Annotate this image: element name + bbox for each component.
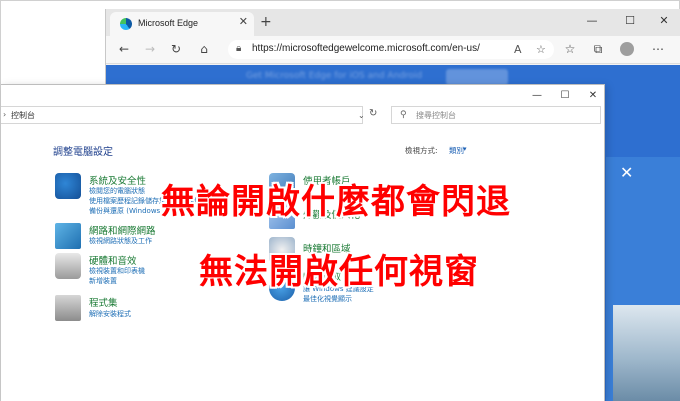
url-text: https://microsoftedgewelcome.microsoft.c… [252,43,480,54]
collections-icon[interactable]: ⧉ [590,42,606,57]
edge-titlebar: Microsoft Edge ✕ + — ☐ ✕ [106,9,680,36]
cp-minimize-button[interactable]: — [529,90,545,101]
overlay-caption-2: 無法開啟任何視窗 [199,252,479,292]
get-edge-mobile-banner: Get Microsoft Edge for iOS and Android [246,71,423,81]
cp-maximize-button[interactable]: ☐ [557,90,573,101]
category-programs[interactable]: 程式集 [89,295,118,309]
link-backup-restore[interactable]: 備份與還原 (Windows 7) [89,206,170,216]
network-globe-icon [55,223,81,249]
category-hardware-sound[interactable]: 硬體和音效 [89,253,137,267]
cp-address-bar[interactable]: › 控制台 [1,106,363,124]
welcome-panel: ✕ [606,157,680,401]
edge-maximize-button[interactable]: ☐ [620,14,640,27]
overlay-caption-1: 無論開啟什麼都會閃退 [161,182,511,222]
link-network-status[interactable]: 檢視網路狀態及工作 [89,236,152,246]
profile-avatar-icon[interactable] [620,42,634,56]
search-placeholder: 搜尋控制台 [416,111,456,120]
page-title: 調整電腦設定 [53,147,113,158]
breadcrumb-arrow-icon: › [3,110,7,119]
link-uninstall-program[interactable]: 解除安裝程式 [89,309,131,319]
favorites-bar-icon[interactable]: ☆ [562,42,578,56]
home-icon[interactable]: ⌂ [196,42,212,56]
forward-arrow-icon[interactable]: → [142,42,158,56]
view-by-caret-icon[interactable]: ▾ [463,145,467,153]
link-devices-printers[interactable]: 檢視裝置和印表機 [89,266,145,276]
landscape-image [613,305,680,401]
tab-close-icon[interactable]: ✕ [239,15,248,28]
lock-icon: 🔒︎ [236,43,242,54]
app-store-badge [446,69,508,85]
programs-disk-icon [55,295,81,321]
favorite-star-icon[interactable]: ☆ [536,43,546,56]
edge-toolbar: ← → ↻ ⌂ 🔒︎ https://microsoftedgewelcome.… [106,36,680,64]
cp-close-button[interactable]: ✕ [585,90,601,101]
screenshot-frame: Microsoft Edge ✕ + — ☐ ✕ ← → ↻ ⌂ 🔒︎ http… [0,0,680,401]
edge-logo-icon [120,18,132,30]
category-system-security[interactable]: 系統及安全性 [89,173,146,187]
search-icon: ⚲ [400,110,407,120]
back-arrow-icon[interactable]: ← [116,42,132,56]
cp-refresh-icon[interactable]: ↻ [369,108,377,119]
more-options-icon[interactable]: ⋯ [650,42,666,56]
breadcrumb[interactable]: 控制台 [11,110,35,121]
control-panel-window: — ☐ ✕ › 控制台 ⌄ ↻ ⚲ 搜尋控制台 調整電腦設定 檢視方式: 類別 … [1,84,605,401]
read-aloud-icon[interactable]: A [514,43,522,56]
chevron-down-icon[interactable]: ⌄ [358,111,365,120]
address-bar[interactable]: 🔒︎ https://microsoftedgewelcome.microsof… [228,40,554,59]
category-network-internet[interactable]: 網路和網際網路 [89,223,156,237]
link-optimize-visual[interactable]: 最佳化視覺顯示 [303,294,352,304]
panel-close-icon[interactable]: ✕ [620,163,633,182]
new-tab-button[interactable]: + [260,14,272,30]
view-by-select[interactable]: 類別 [449,145,464,156]
edge-tab-title: Microsoft Edge [138,18,199,28]
printer-speaker-icon [55,253,81,279]
refresh-icon[interactable]: ↻ [168,42,184,56]
edge-minimize-button[interactable]: — [582,14,602,27]
edge-close-button[interactable]: ✕ [654,14,674,27]
view-by-label: 檢視方式: [405,146,438,155]
shield-icon [55,173,81,199]
link-add-device[interactable]: 新增裝置 [89,276,117,286]
edge-tab[interactable]: Microsoft Edge ✕ [110,12,254,36]
link-review-status[interactable]: 檢閱您的電腦狀態 [89,186,145,196]
cp-search-input[interactable]: ⚲ 搜尋控制台 [391,106,601,124]
